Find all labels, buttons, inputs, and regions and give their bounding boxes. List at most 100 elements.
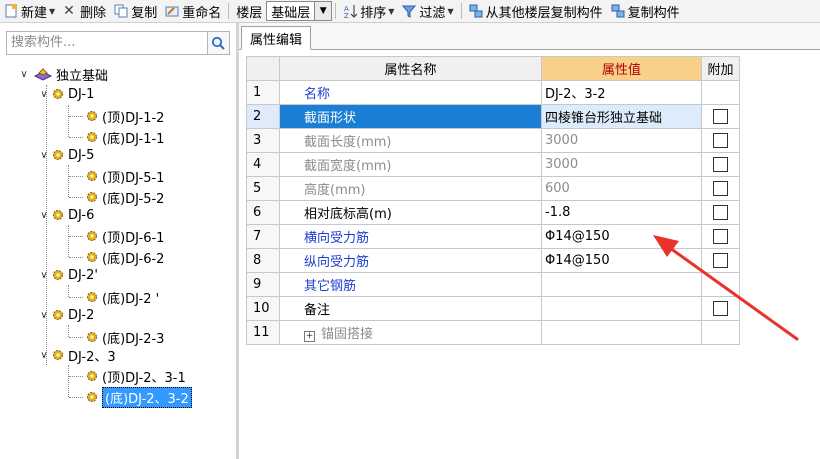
property-value-cell[interactable]	[541, 272, 702, 297]
add-checkbox[interactable]	[713, 157, 728, 172]
property-name-cell[interactable]: 高度(mm)	[279, 176, 542, 201]
tree-group[interactable]: ∨ DJ-6	[38, 205, 94, 225]
copy-component-button[interactable]: 复制构件	[607, 0, 684, 22]
floor-select[interactable]: 基础层 ▼	[266, 1, 333, 21]
property-value: DJ-2、3-2	[545, 87, 606, 102]
property-value: Φ14@150	[545, 229, 610, 244]
add-cell	[701, 176, 740, 201]
table-row[interactable]: 3 截面长度(mm) 3000	[246, 128, 740, 153]
table-row[interactable]: 6 相对底标高(m) -1.8	[246, 200, 740, 225]
property-value-cell[interactable]: Φ14@150	[541, 248, 702, 273]
search-icon	[212, 36, 225, 50]
rename-button[interactable]: 重命名	[161, 0, 225, 22]
expand-toggle[interactable]: ∨	[38, 150, 50, 161]
table-row[interactable]: 5 高度(mm) 600	[246, 176, 740, 201]
expand-toggle[interactable]: ∨	[18, 69, 30, 80]
tree-leaf[interactable]: (底)DJ-1-1	[84, 127, 164, 147]
property-value-cell[interactable]: 600	[541, 176, 702, 201]
expand-toggle[interactable]: ∨	[38, 89, 50, 100]
property-name-cell[interactable]: 名称	[279, 80, 542, 105]
expand-toggle[interactable]: ∨	[38, 210, 50, 221]
add-cell	[701, 224, 740, 249]
tree-group[interactable]: ∨ DJ-1	[38, 84, 94, 104]
search-button[interactable]	[206, 32, 229, 54]
property-name-cell[interactable]: 备注	[279, 296, 542, 321]
property-name-cell[interactable]: 横向受力筋	[279, 224, 542, 249]
tab-property-edit[interactable]: 属性编辑	[241, 26, 312, 50]
property-name-cell[interactable]: 截面宽度(mm)	[279, 152, 542, 177]
property-name-cell[interactable]: 其它钢筋	[279, 272, 542, 297]
property-value-cell[interactable]: 四棱锥台形独立基础	[541, 104, 702, 129]
row-index: 7	[246, 224, 280, 249]
table-row[interactable]: 4 截面宽度(mm) 3000	[246, 152, 740, 177]
table-row[interactable]: 10 备注	[246, 296, 740, 321]
tree-leaf[interactable]: (底)DJ-6-2	[84, 247, 164, 267]
tree-leaf[interactable]: (顶)DJ-1-2	[84, 106, 164, 126]
copy-icon	[114, 4, 128, 18]
row-index: 4	[246, 152, 280, 177]
tree-connector	[68, 105, 69, 137]
tree-connector	[68, 285, 69, 297]
tree-group[interactable]: ∨ DJ-2、3	[38, 345, 115, 365]
property-value-cell[interactable]	[541, 320, 702, 345]
new-icon	[5, 4, 17, 18]
search-box	[6, 31, 230, 55]
tree-leaf[interactable]: (顶)DJ-2、3-1	[84, 366, 186, 386]
property-name-cell[interactable]: + 锚固搭接	[279, 320, 542, 345]
header-add: 附加	[701, 56, 740, 81]
gear-icon	[53, 310, 63, 320]
property-name-cell[interactable]: 截面形状	[279, 104, 542, 129]
table-row[interactable]: 9 其它钢筋	[246, 272, 740, 297]
expand-plus-icon[interactable]: +	[304, 331, 315, 342]
table-row[interactable]: 2 截面形状 四棱锥台形独立基础	[246, 104, 740, 129]
table-row[interactable]: 8 纵向受力筋 Φ14@150	[246, 248, 740, 273]
copy-button[interactable]: 复制	[110, 0, 161, 22]
tree-group[interactable]: ∨ DJ-2	[38, 305, 94, 325]
property-value-cell[interactable]: DJ-2、3-2	[541, 80, 702, 105]
table-row[interactable]: 1 名称 DJ-2、3-2	[246, 80, 740, 105]
tree-leaf[interactable]: (顶)DJ-5-1	[84, 166, 164, 186]
tree-leaf[interactable]: (底)DJ-2-3	[84, 327, 164, 347]
add-checkbox[interactable]	[713, 253, 728, 268]
sort-button[interactable]: AZ 排序 ▼	[339, 0, 398, 22]
tree-connector	[68, 325, 69, 337]
add-checkbox[interactable]	[713, 181, 728, 196]
tree-leaf[interactable]: (底)DJ-2 '	[84, 287, 159, 307]
filter-button[interactable]: 过滤 ▼	[398, 0, 457, 22]
add-cell	[701, 80, 740, 105]
property-value-cell[interactable]: Φ14@150	[541, 224, 702, 249]
add-checkbox[interactable]	[713, 229, 728, 244]
expand-toggle[interactable]: ∨	[38, 310, 50, 321]
floor-label: 楼层	[236, 5, 263, 21]
expand-toggle[interactable]: ∨	[38, 270, 50, 281]
header-value: 属性值	[541, 56, 702, 81]
property-value-cell[interactable]: -1.8	[541, 200, 702, 225]
tree-leaf-selected[interactable]: (底)DJ-2、3-2	[84, 386, 192, 408]
property-name-cell[interactable]: 截面长度(mm)	[279, 128, 542, 153]
add-checkbox[interactable]	[713, 133, 728, 148]
property-value-cell[interactable]: 3000	[541, 152, 702, 177]
expand-toggle[interactable]: ∨	[38, 350, 50, 361]
property-name: 锚固搭接	[321, 327, 374, 342]
tree-leaf[interactable]: (底)DJ-5-2	[84, 187, 164, 207]
tree-group[interactable]: ∨ DJ-2'	[38, 265, 98, 285]
filter-icon	[402, 5, 417, 18]
property-name-cell[interactable]: 纵向受力筋	[279, 248, 542, 273]
tree-connector	[69, 137, 83, 138]
add-checkbox[interactable]	[713, 301, 728, 316]
property-name-cell[interactable]: 相对底标高(m)	[279, 200, 542, 225]
search-input[interactable]	[7, 32, 207, 52]
row-index: 8	[246, 248, 280, 273]
copy-from-floor-button[interactable]: 从其他楼层复制构件	[465, 0, 607, 22]
delete-button[interactable]: ✕ 删除	[59, 0, 110, 22]
new-button[interactable]: 新建 ▼	[0, 0, 59, 22]
property-value-cell[interactable]: 3000	[541, 128, 702, 153]
add-checkbox[interactable]	[713, 205, 728, 220]
table-row[interactable]: 11 + 锚固搭接	[246, 320, 740, 345]
property-value-cell[interactable]	[541, 296, 702, 321]
table-row[interactable]: 7 横向受力筋 Φ14@150	[246, 224, 740, 249]
tree-node-root[interactable]: ∨ 独立基础	[18, 64, 108, 84]
tree-leaf[interactable]: (顶)DJ-6-1	[84, 226, 164, 246]
tree-group[interactable]: ∨ DJ-5	[38, 145, 94, 165]
add-checkbox[interactable]	[713, 109, 728, 124]
